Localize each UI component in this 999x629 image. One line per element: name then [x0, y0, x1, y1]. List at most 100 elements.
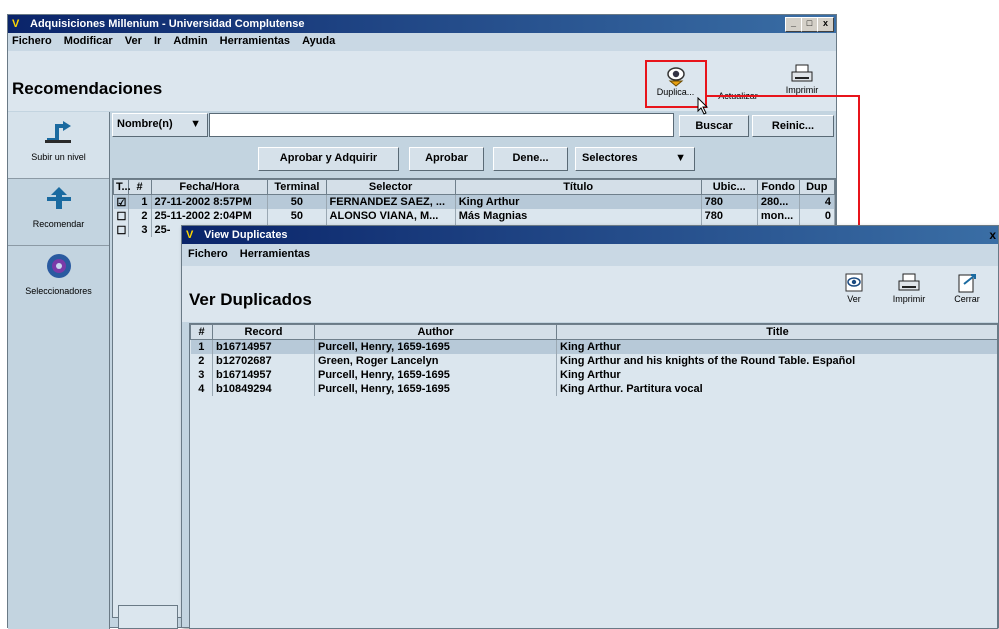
col-header[interactable]: Ubic...	[700, 179, 758, 195]
menu-herramientas[interactable]: Herramientas	[240, 248, 310, 260]
col-header[interactable]: Fondo	[756, 179, 800, 195]
dialog-close-button[interactable]: x	[989, 228, 996, 242]
approve-acquire-button[interactable]: Aprobar y Adquirir	[258, 147, 399, 171]
col-header[interactable]: Record	[212, 324, 315, 340]
print-button[interactable]: Imprimir	[776, 61, 828, 107]
nav-up-level-label: Subir un nivel	[31, 152, 86, 162]
col-header[interactable]: Selector	[325, 179, 456, 195]
page-title: Recomendaciones	[12, 79, 163, 98]
row-record: b16714957	[212, 339, 315, 354]
table-row[interactable]: 1 b16714957 Purcell, Henry, 1659-1695 Ki…	[190, 339, 997, 354]
row-title: King Arthur	[455, 194, 702, 209]
col-header[interactable]: Título	[454, 179, 702, 195]
dialog-close-label: Cerrar	[954, 294, 980, 304]
approve-button[interactable]: Aprobar	[409, 147, 484, 171]
row-selector: ALONSO VIANA, M...	[326, 209, 456, 223]
minimize-button[interactable]: _	[785, 17, 802, 32]
row-number: 3	[128, 223, 152, 237]
col-header[interactable]: Fecha/Hora	[150, 179, 269, 195]
dialog-print-label: Imprimir	[892, 294, 926, 304]
table-row[interactable]: ☐ 2 25-11-2002 2:04PM 50 ALONSO VIANA, M…	[113, 209, 835, 223]
menu-fichero[interactable]: Fichero	[12, 35, 52, 47]
selectors-dropdown[interactable]: Selectores ▼	[575, 147, 695, 171]
row-title: King Arthur and his knights of the Round…	[556, 354, 997, 368]
row-author: Purcell, Henry, 1659-1695	[314, 382, 557, 396]
deny-button[interactable]: Dene...	[493, 147, 568, 171]
view-label: Ver	[847, 294, 861, 304]
table-row[interactable]: ☑ 1 27-11-2002 8:57PM 50 FERNANDEZ SAEZ,…	[113, 194, 835, 209]
selectors-icon	[46, 254, 71, 278]
name-dropdown[interactable]: Nombre(n) ▼	[112, 113, 208, 137]
table-row[interactable]: 3 b16714957 Purcell, Henry, 1659-1695 Ki…	[190, 368, 997, 382]
row-dup: 4	[799, 194, 835, 209]
nav-recommend[interactable]: Recomendar	[8, 179, 109, 246]
maximize-button[interactable]: □	[801, 17, 818, 32]
table-row[interactable]: 4 b10849294 Purcell, Henry, 1659-1695 Ki…	[190, 382, 997, 396]
duplicates-dialog: V View Duplicates x Fichero Herramientas…	[181, 225, 999, 629]
row-number: 4	[190, 382, 213, 396]
main-titlebar[interactable]: V Adquisiciones Millenium - Universidad …	[8, 15, 836, 33]
row-number: 2	[190, 354, 213, 368]
dialog-titlebar[interactable]: V View Duplicates x	[182, 226, 998, 244]
search-button[interactable]: Buscar	[679, 115, 749, 137]
dialog-close-toolbar-button[interactable]: Cerrar	[944, 272, 990, 318]
nav-selectors[interactable]: Seleccionadores	[8, 246, 109, 312]
nav-recommend-label: Recomendar	[32, 219, 85, 229]
left-nav: Subir un nivel Recomendar Seleccionadore…	[8, 112, 110, 629]
col-header[interactable]: #	[190, 324, 213, 340]
row-fund: mon...	[757, 209, 800, 223]
table-row[interactable]: 2 b12702687 Green, Roger Lancelyn King A…	[190, 354, 997, 368]
nav-selectors-label: Seleccionadores	[25, 286, 92, 296]
search-input[interactable]	[209, 113, 674, 137]
mouse-cursor-icon	[697, 97, 709, 115]
main-menubar: Fichero Modificar Ver Ir Admin Herramien…	[8, 33, 836, 51]
menu-ayuda[interactable]: Ayuda	[302, 35, 335, 47]
row-title: King Arthur. Partitura vocal	[556, 382, 997, 396]
dialog-heading: Ver Duplicados	[189, 290, 312, 309]
view-button[interactable]: Ver	[834, 272, 874, 318]
menu-fichero[interactable]: Fichero	[188, 248, 228, 260]
connector-line	[858, 95, 860, 225]
col-header[interactable]: #	[127, 179, 152, 195]
row-record: b12702687	[212, 354, 315, 368]
row-date: 25-11-2002 2:04PM	[151, 209, 269, 223]
menu-admin[interactable]: Admin	[173, 35, 207, 47]
row-checkbox[interactable]: ☐	[113, 223, 129, 237]
up-level-icon	[44, 121, 71, 143]
row-number: 1	[128, 194, 152, 209]
duplicates-table: # Record Author Title 1 b16714957 Purcel…	[189, 323, 998, 629]
printer-icon	[791, 64, 813, 82]
menu-ir[interactable]: Ir	[154, 35, 161, 47]
menu-herramientas[interactable]: Herramientas	[220, 35, 290, 47]
close-button[interactable]: x	[817, 17, 834, 32]
row-checkbox[interactable]: ☑	[113, 194, 129, 209]
row-author: Purcell, Henry, 1659-1695	[314, 339, 557, 354]
recommend-icon	[46, 187, 71, 209]
dialog-header: Ver Duplicados Ver Imprimir Cerrar	[182, 266, 998, 322]
col-header[interactable]: Author	[314, 324, 557, 340]
row-record: b10849294	[212, 382, 315, 396]
row-location: 780	[701, 209, 758, 223]
chevron-down-icon: ▼	[675, 152, 686, 164]
row-fund: 280...	[757, 194, 800, 209]
status-box	[118, 605, 178, 629]
menu-modificar[interactable]: Modificar	[64, 35, 113, 47]
table-header: # Record Author Title	[190, 324, 997, 340]
col-header[interactable]: T...	[113, 179, 131, 195]
row-author: Purcell, Henry, 1659-1695	[314, 368, 557, 382]
row-title: Más Magnias	[455, 209, 702, 223]
col-header[interactable]: Terminal	[267, 179, 327, 195]
col-header[interactable]: Dup	[798, 179, 835, 195]
col-header[interactable]: Title	[556, 324, 997, 340]
chevron-down-icon: ▼	[190, 118, 201, 130]
dialog-print-button[interactable]: Imprimir	[884, 272, 934, 318]
dialog-menubar: Fichero Herramientas	[182, 244, 998, 266]
row-checkbox[interactable]: ☐	[113, 209, 129, 223]
row-date: 27-11-2002 8:57PM	[151, 194, 269, 209]
row-number: 3	[190, 368, 213, 382]
print-label: Imprimir	[785, 85, 819, 95]
menu-ver[interactable]: Ver	[125, 35, 142, 47]
app-logo-icon: V	[12, 18, 20, 30]
reset-button[interactable]: Reinic...	[752, 115, 834, 137]
nav-up-level[interactable]: Subir un nivel	[8, 112, 109, 179]
